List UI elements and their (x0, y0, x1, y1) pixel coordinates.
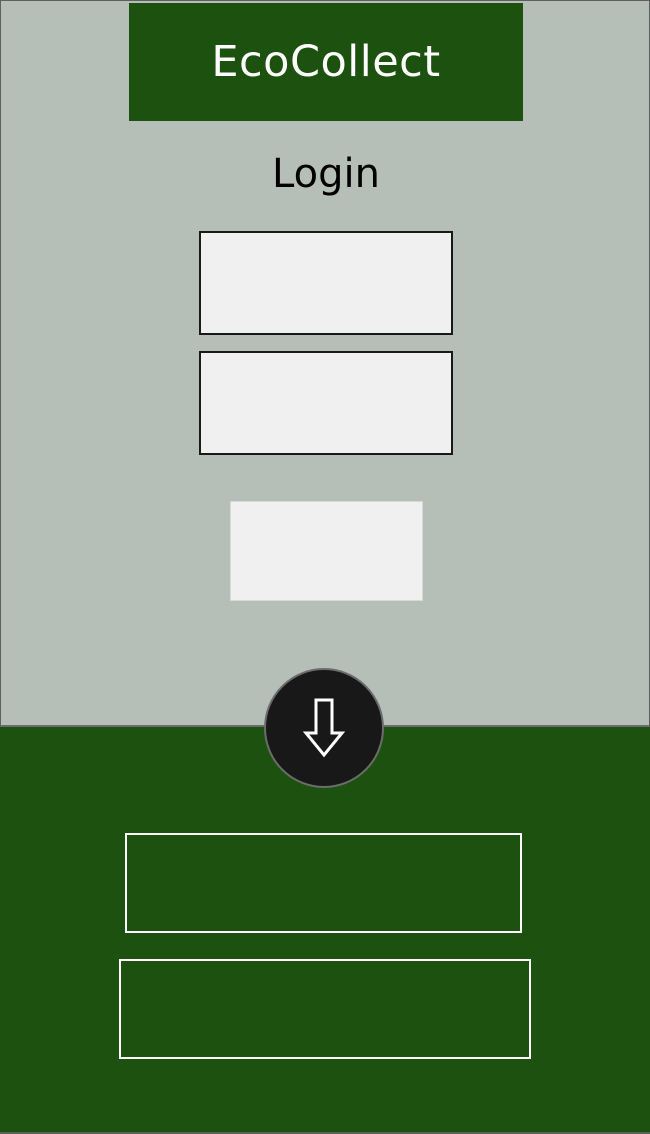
username-field[interactable] (199, 231, 453, 335)
app-title: EcoCollect (211, 37, 441, 87)
primary-action-button[interactable] (125, 833, 522, 933)
arrow-down-icon (302, 698, 346, 758)
secondary-action-button[interactable] (119, 959, 531, 1059)
login-button[interactable] (230, 501, 423, 601)
password-field[interactable] (199, 351, 453, 455)
scroll-down-button[interactable] (264, 668, 384, 788)
brand-header: EcoCollect (129, 3, 523, 121)
login-heading: Login (272, 151, 380, 197)
login-panel: EcoCollect Login (0, 0, 650, 727)
app-screen: EcoCollect Login (0, 0, 650, 1134)
